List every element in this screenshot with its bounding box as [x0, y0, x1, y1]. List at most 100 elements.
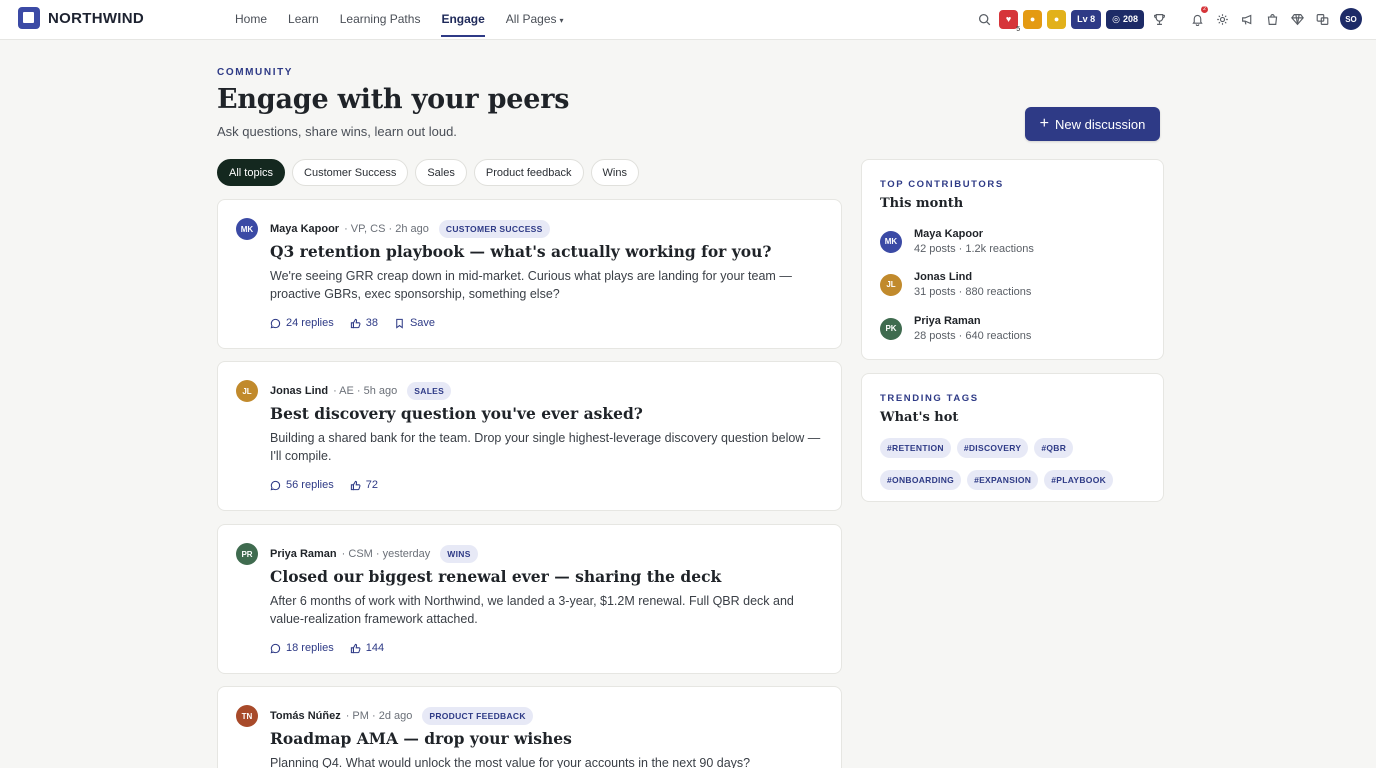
post-title[interactable]: Best discovery question you've ever aske…	[270, 404, 643, 423]
post-meta: Tomás Núñez · PM · 2d ago PRODUCT FEEDBA…	[270, 707, 533, 725]
nav-all-pages[interactable]: All Pages ▾	[506, 0, 564, 40]
bookmark-icon	[396, 318, 403, 329]
trophy-icon[interactable]	[1149, 9, 1169, 29]
comment-icon	[270, 643, 281, 653]
post-card[interactable]: TN Tomás Núñez · PM · 2d ago PRODUCT FEE…	[217, 686, 842, 768]
medal-icon: ●	[1053, 14, 1060, 24]
replies-button[interactable]: 18 replies	[270, 642, 334, 654]
post-topic-tag[interactable]: CUSTOMER SUCCESS	[438, 220, 550, 238]
filter-product-feedback[interactable]: Product feedback	[473, 159, 584, 186]
tag-onboarding[interactable]: #ONBOARDING	[880, 470, 962, 490]
sun-icon[interactable]	[1212, 9, 1232, 29]
contributor-info: Jonas Lind 31 posts · 880 reactions	[914, 271, 1031, 298]
replies-button[interactable]: 24 replies	[270, 317, 334, 329]
filter-sales[interactable]: Sales	[415, 159, 467, 186]
level-badge[interactable]: Lv 8	[1071, 9, 1102, 29]
medal-badge[interactable]: ●	[1047, 9, 1067, 29]
search-icon[interactable]	[974, 9, 994, 29]
translate-icon[interactable]	[1312, 9, 1332, 29]
post-topic-tag[interactable]: SALES	[407, 382, 452, 400]
user-avatar[interactable]: SO	[1340, 8, 1362, 30]
card-title: What's hot	[880, 410, 959, 425]
post-role-time: · PM · 2d ago	[345, 710, 413, 722]
filter-wins[interactable]: Wins	[590, 159, 639, 186]
nav-home[interactable]: Home	[235, 0, 267, 40]
avatar: JL	[880, 273, 902, 296]
megaphone-icon[interactable]	[1237, 9, 1257, 29]
like-button[interactable]: 72	[350, 479, 378, 491]
tag-discovery[interactable]: #DISCOVERY	[956, 438, 1029, 458]
post-author[interactable]: Tomás Núñez	[270, 710, 341, 722]
post-role-time: · AE · 5h ago	[333, 385, 398, 397]
filter-customer-success[interactable]: Customer Success	[292, 159, 409, 186]
post-card[interactable]: MK Maya Kapoor · VP, CS · 2h ago CUSTOME…	[217, 199, 842, 349]
tag-list: #RETENTION #DISCOVERY #QBR #ONBOARDING #…	[880, 438, 1150, 490]
heart-icon: ♥	[1005, 14, 1012, 24]
likes-count: 144	[365, 642, 385, 654]
post-topic-tag[interactable]: PRODUCT FEEDBACK	[422, 707, 533, 725]
diamond-icon[interactable]	[1287, 9, 1307, 29]
top-navigation-bar: NORTHWIND Home Learn Learning Paths Enga…	[0, 0, 1376, 40]
card-eyebrow: TRENDING TAGS	[880, 393, 979, 404]
post-body: Planning Q4. What would unlock the most …	[270, 756, 751, 768]
contributor-item[interactable]: PK Priya Raman 28 posts · 640 reactions	[880, 315, 1031, 342]
main-nav: Home Learn Learning Paths Engage All Pag…	[235, 0, 564, 40]
shield-badge[interactable]: ●	[1023, 9, 1043, 29]
replies-count: 18 replies	[286, 642, 334, 654]
chevron-down-icon: ▾	[559, 16, 564, 25]
tag-qbr[interactable]: #QBR	[1034, 438, 1074, 458]
post-author[interactable]: Jonas Lind	[270, 385, 328, 397]
post-meta: Priya Raman · CSM · yesterday WINS	[270, 545, 478, 563]
new-discussion-button[interactable]: + New discussion	[1025, 107, 1160, 141]
post-author[interactable]: Priya Raman	[270, 548, 337, 560]
filter-all-topics[interactable]: All topics	[217, 159, 286, 186]
comment-icon	[270, 480, 281, 490]
post-title[interactable]: Roadmap AMA — drop your wishes	[270, 729, 572, 748]
contributor-stats: 31 posts · 880 reactions	[914, 286, 1032, 298]
post-topic-tag[interactable]: WINS	[440, 545, 478, 563]
plus-icon: +	[1039, 115, 1049, 132]
contributor-item[interactable]: JL Jonas Lind 31 posts · 880 reactions	[880, 271, 1031, 298]
contributor-info: Maya Kapoor 42 posts · 1.2k reactions	[914, 228, 1034, 255]
post-author[interactable]: Maya Kapoor	[270, 223, 339, 235]
post-card[interactable]: JL Jonas Lind · AE · 5h ago SALES Best d…	[217, 361, 842, 511]
contributor-item[interactable]: MK Maya Kapoor 42 posts · 1.2k reactions	[880, 228, 1034, 255]
nav-learn[interactable]: Learn	[288, 0, 319, 40]
likes-count: 38	[365, 317, 378, 329]
shopping-bag-icon[interactable]	[1262, 9, 1282, 29]
page-subtitle: Ask questions, share wins, learn out lou…	[217, 124, 457, 139]
save-label: Save	[409, 317, 436, 329]
post-meta: Maya Kapoor · VP, CS · 2h ago CUSTOMER S…	[270, 220, 550, 238]
avatar: PK	[880, 317, 902, 340]
logo[interactable]: NORTHWIND	[18, 7, 144, 29]
post-title[interactable]: Closed our biggest renewal ever — sharin…	[270, 567, 721, 586]
thumbs-up-icon	[350, 318, 361, 328]
replies-button[interactable]: 56 replies	[270, 479, 334, 491]
post-title[interactable]: Q3 retention playbook — what's actually …	[270, 242, 771, 261]
save-button[interactable]: Save	[394, 317, 435, 329]
post-role-time: · VP, CS · 2h ago	[344, 223, 429, 235]
avatar: PR	[236, 543, 258, 565]
bell-icon[interactable]: 2	[1187, 6, 1208, 29]
hearts-badge[interactable]: ♥ 5	[999, 9, 1020, 33]
post-card[interactable]: PR Priya Raman · CSM · yesterday WINS Cl…	[217, 524, 842, 674]
points-badge[interactable]: ◎ 208	[1106, 9, 1144, 29]
post-actions: 56 replies 72	[270, 479, 378, 491]
nav-engage[interactable]: Engage	[441, 0, 486, 40]
tag-expansion[interactable]: #EXPANSION	[967, 470, 1039, 490]
post-role-time: · CSM · yesterday	[341, 548, 431, 560]
likes-count: 72	[365, 479, 378, 491]
app-name: NORTHWIND	[48, 9, 145, 27]
post-body: After 6 months of work with Northwind, w…	[270, 594, 794, 626]
nav-learning-paths[interactable]: Learning Paths	[340, 0, 421, 40]
post-actions: 24 replies 38 Save	[270, 317, 435, 329]
logo-icon	[18, 7, 40, 29]
like-button[interactable]: 38	[350, 317, 378, 329]
like-button[interactable]: 144	[350, 642, 384, 654]
post-meta: Jonas Lind · AE · 5h ago SALES	[270, 382, 452, 400]
avatar: MK	[880, 230, 902, 253]
tag-retention[interactable]: #RETENTION	[880, 438, 951, 458]
tag-playbook[interactable]: #PLAYBOOK	[1044, 470, 1114, 490]
nav-all-pages-label: All Pages	[505, 12, 557, 26]
post-actions: 18 replies 144	[270, 642, 384, 654]
